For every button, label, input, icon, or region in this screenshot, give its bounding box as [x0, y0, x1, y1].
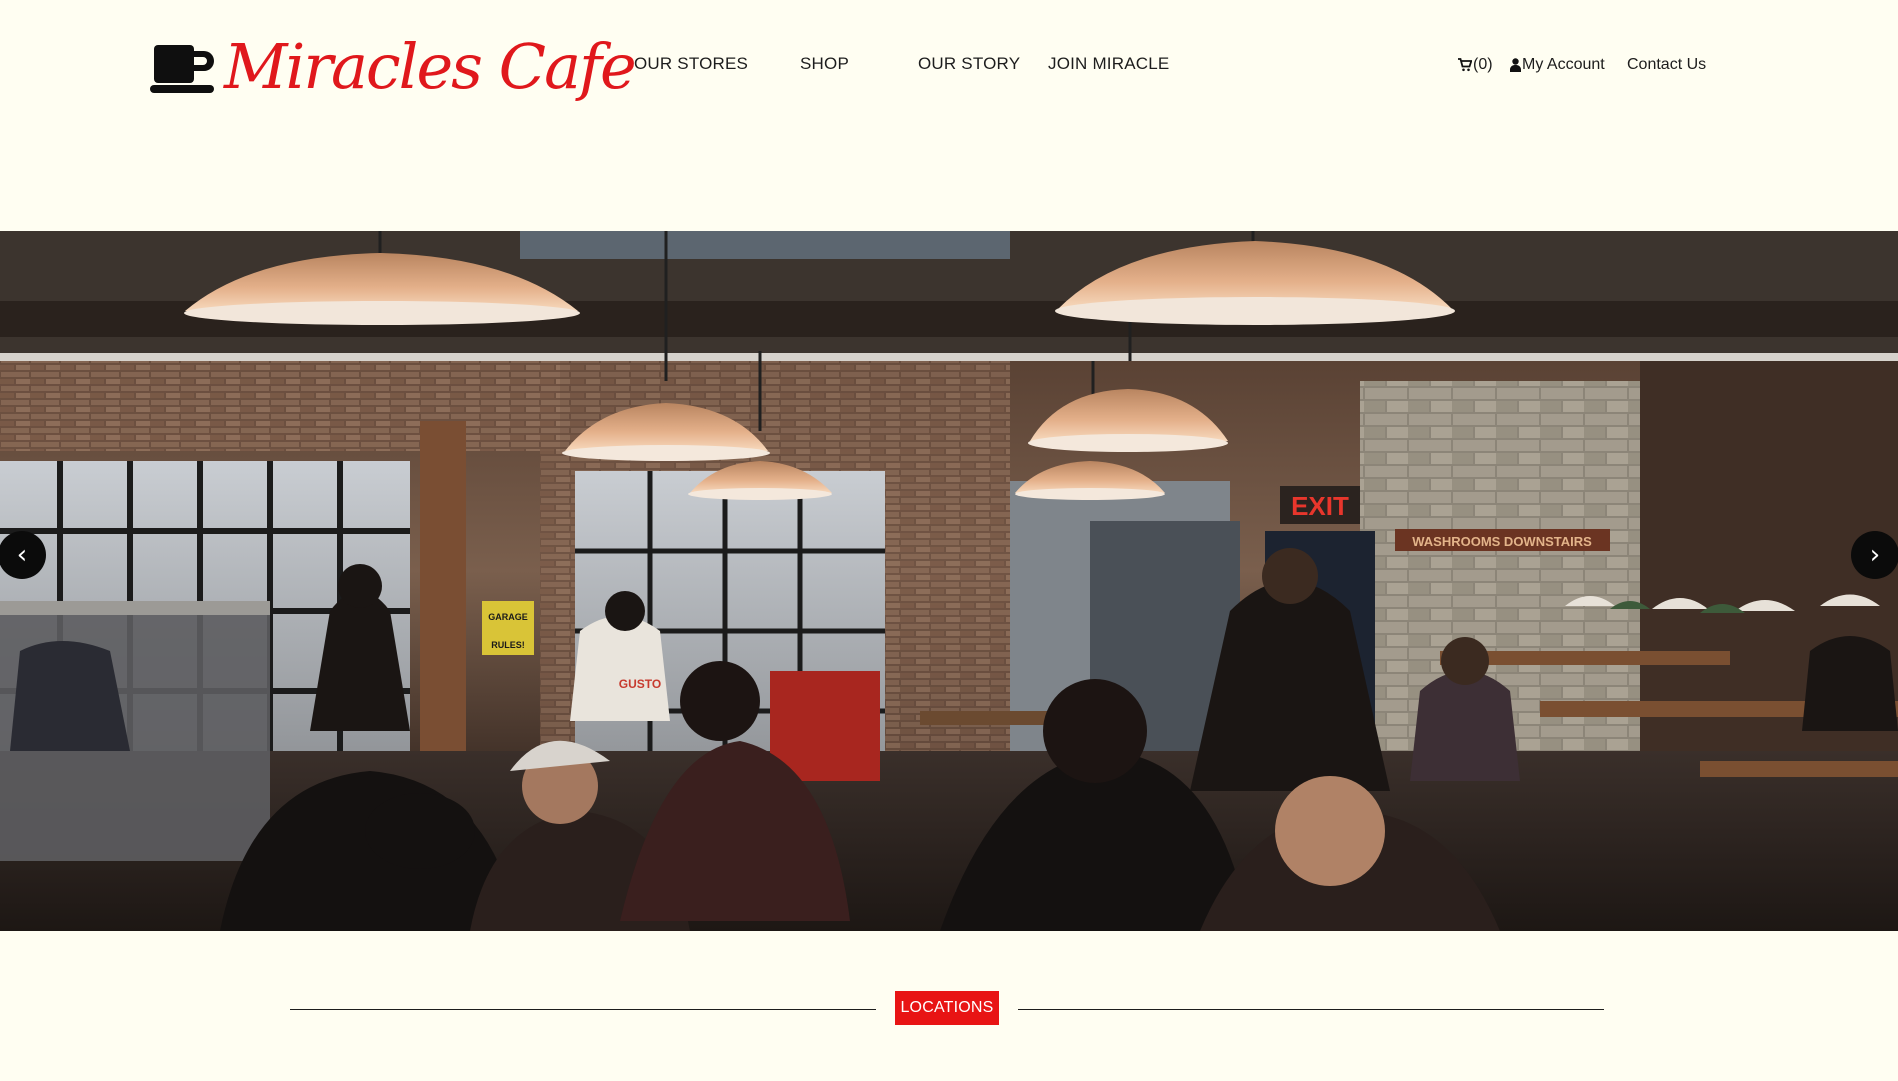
contact-us-link[interactable]: Contact Us — [1627, 56, 1706, 74]
nav-join-miracle[interactable]: JOIN MIRACLE — [1048, 54, 1169, 74]
carousel-next-button[interactable]: › — [1851, 531, 1898, 579]
locations-section-heading: LOCATIONS — [0, 990, 1898, 1026]
nav-our-stores[interactable]: OUR STORES — [634, 54, 748, 74]
brand-logo[interactable]: Miracles Cafe — [150, 24, 637, 110]
heading-divider-left — [290, 1009, 876, 1010]
gusto-shirt-text: GUSTO — [619, 677, 661, 691]
locations-label: LOCATIONS — [895, 991, 999, 1025]
my-account-label: My Account — [1522, 56, 1605, 73]
cart-icon — [1458, 58, 1472, 72]
washrooms-sign: WASHROOMS DOWNSTAIRS — [1412, 534, 1592, 549]
site-header: Miracles Cafe OUR STORES SHOP OUR STORY … — [0, 0, 1898, 231]
garage-sign-line2: RULES! — [491, 640, 525, 650]
user-icon — [1510, 58, 1521, 72]
cart-count: (0) — [1473, 56, 1493, 73]
nav-shop[interactable]: SHOP — [800, 54, 849, 74]
my-account-link[interactable]: My Account — [1510, 56, 1605, 74]
garage-sign-line1: GARAGE — [488, 612, 528, 622]
hero-carousel: EXIT WASHROOMS DOWNSTAIRS GARAGE RULES! — [0, 231, 1898, 931]
carousel-prev-button[interactable]: ‹ — [0, 531, 46, 579]
coffee-cup-icon — [150, 45, 214, 93]
exit-sign: EXIT — [1291, 491, 1349, 521]
nav-our-story[interactable]: OUR STORY — [918, 54, 1020, 74]
cafe-interior-photo: EXIT WASHROOMS DOWNSTAIRS GARAGE RULES! — [0, 231, 1898, 931]
cart-link[interactable]: (0) — [1458, 56, 1493, 74]
heading-divider-right — [1018, 1009, 1604, 1010]
brand-name: Miracles Cafe — [224, 30, 637, 103]
